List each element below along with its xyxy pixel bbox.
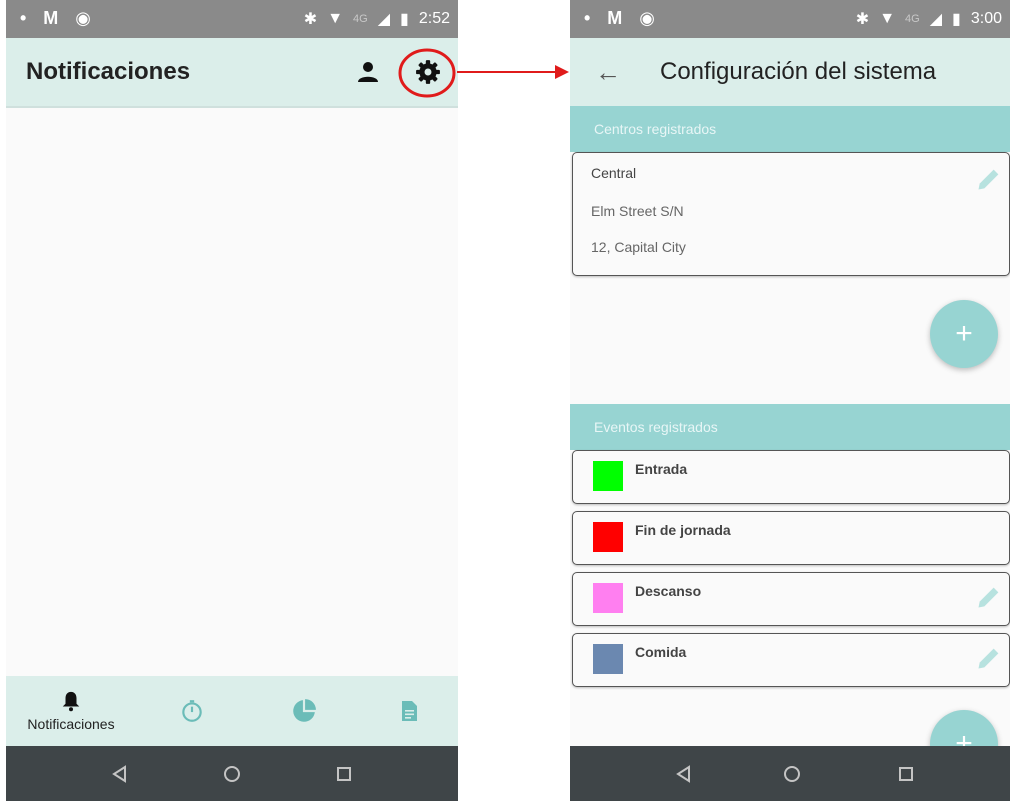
nav-reports[interactable] [360, 676, 458, 746]
center-address-line1: Elm Street S/N [591, 203, 684, 219]
event-label: Fin de jornada [635, 522, 731, 538]
event-label: Descanso [635, 583, 702, 599]
system-home-button[interactable] [778, 760, 806, 788]
bell-icon [62, 691, 80, 712]
status-right-group: ✱ ▼ 4G ◢ ▮ 3:00 [856, 9, 1002, 29]
pie-chart-icon [293, 699, 316, 722]
status-notification-icons: • M ◉ [20, 8, 98, 28]
document-icon [402, 701, 417, 721]
nav-timer[interactable] [136, 676, 248, 746]
events-section-header: Eventos registrados [570, 404, 1010, 450]
event-card[interactable]: Descanso [572, 572, 1010, 626]
system-back-button[interactable] [106, 760, 134, 788]
home-circle-icon [224, 766, 240, 782]
center-address-line2: 12, Capital City [591, 239, 686, 255]
wifi-icon: ▼ [879, 10, 896, 27]
event-color-swatch [593, 522, 623, 552]
system-recents-button[interactable] [892, 760, 920, 788]
nav-statistics[interactable] [248, 676, 360, 746]
event-color-swatch [593, 461, 623, 491]
system-back-button[interactable] [670, 760, 698, 788]
event-color-swatch [593, 583, 623, 613]
bluetooth-icon: ✱ [303, 11, 318, 28]
transition-arrow [457, 65, 569, 79]
profile-button[interactable] [354, 58, 382, 86]
pencil-icon[interactable] [975, 165, 1003, 193]
signal-icon: ◢ [929, 11, 943, 28]
pencil-icon[interactable] [975, 583, 1003, 611]
event-card[interactable]: Fin de jornada [572, 511, 1010, 565]
status-bar: • M ◉ ✱ ▼ 4G ◢ ▮ 3:00 [570, 0, 1010, 38]
system-navigation-bar [570, 746, 1010, 801]
back-triangle-icon [676, 765, 690, 783]
nav-notifications-label: Notificaciones [27, 716, 115, 732]
page-title: Notificaciones [26, 58, 191, 85]
event-card[interactable]: Comida [572, 633, 1010, 687]
system-navigation-bar [6, 746, 458, 801]
app-bar: Configuración del sistema [570, 38, 1010, 108]
home-circle-icon [784, 766, 800, 782]
recents-square-icon [899, 767, 913, 781]
event-label: Entrada [635, 461, 688, 477]
status-bar: • M ◉ ✱ ▼ 4G ◢ ▮ 2:52 [6, 0, 458, 38]
bluetooth-icon: ✱ [855, 11, 870, 28]
status-right-group: ✱ ▼ 4G ◢ ▮ 2:52 [304, 9, 450, 29]
plus-icon: + [955, 317, 973, 350]
events-header-label: Eventos registrados [594, 419, 718, 435]
center-card[interactable]: Central Elm Street S/N 12, Capital City [572, 152, 1010, 276]
system-settings-screen: • M ◉ ✱ ▼ 4G ◢ ▮ 3:00 Configuración del … [570, 0, 1010, 801]
system-home-button[interactable] [218, 760, 246, 788]
battery-icon: ▮ [400, 11, 409, 28]
nav-notifications[interactable]: Notificaciones [6, 676, 136, 746]
system-recents-button[interactable] [330, 760, 358, 788]
event-card[interactable]: Entrada [572, 450, 1010, 504]
event-color-swatch [593, 644, 623, 674]
status-time: 3:00 [970, 10, 1002, 27]
back-arrow-icon: ← [595, 56, 621, 87]
person-icon [358, 62, 378, 82]
status-notification-icons: • M ◉ [584, 8, 662, 28]
centers-section-header: Centros registrados [570, 106, 1010, 152]
timer-icon [182, 700, 202, 722]
page-title: Configuración del sistema [660, 58, 937, 85]
center-name: Central [591, 165, 637, 181]
notifications-screen: • M ◉ ✱ ▼ 4G ◢ ▮ 2:52 Notificaciones Not… [6, 0, 458, 801]
add-center-button[interactable]: + [930, 300, 998, 368]
recents-square-icon [337, 767, 351, 781]
network-label: 4G [905, 13, 920, 25]
app-bar: Notificaciones [6, 38, 458, 108]
back-button[interactable]: ← [592, 56, 624, 88]
back-triangle-icon [112, 765, 126, 783]
status-time: 2:52 [418, 10, 450, 27]
signal-icon: ◢ [377, 11, 391, 28]
event-label: Comida [635, 644, 687, 660]
battery-icon: ▮ [952, 11, 961, 28]
bottom-nav: Notificaciones [6, 676, 458, 746]
centers-header-label: Centros registrados [594, 121, 717, 137]
pencil-icon[interactable] [975, 644, 1003, 672]
network-label: 4G [353, 13, 368, 25]
wifi-icon: ▼ [327, 10, 344, 27]
